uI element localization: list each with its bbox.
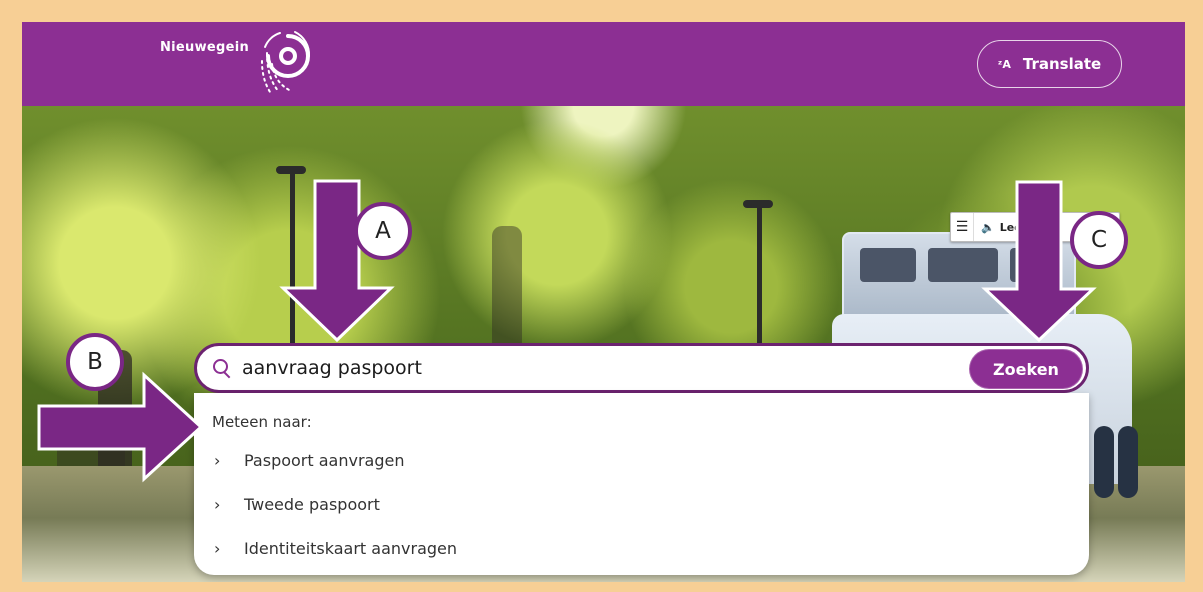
translate-button[interactable]: ᶻA Translate [977,40,1122,88]
website-screen: Nieuwegein ᶻA Translate ☰ 🔈 aanvraag pas… [22,22,1185,582]
annotation-badge-c: C [1070,211,1128,269]
search-icon [211,357,234,380]
arrow-b-icon [37,371,204,483]
site-header: Nieuwegein ᶻA Translate [22,22,1185,106]
search-suggestions-dropdown: Meteen naar: › Paspoort aanvragen › Twee… [194,393,1089,575]
search-bar[interactable]: aanvraag paspoort Zoeken [194,343,1089,393]
chevron-right-icon: › [214,450,221,470]
logo-icon [261,31,311,93]
suggestion-label: Tweede paspoort [244,494,380,514]
search-input[interactable]: aanvraag paspoort [242,357,1086,379]
menu-icon[interactable]: ☰ [951,213,974,241]
translate-icon: ᶻA [997,57,1011,71]
suggestion-item[interactable]: › Paspoort aanvragen [214,446,814,474]
annotation-badge-a: A [354,202,412,260]
chevron-right-icon: › [214,494,221,514]
search-button[interactable]: Zoeken [969,349,1083,389]
screenshot-frame: Nieuwegein ᶻA Translate ☰ 🔈 aanvraag pas… [0,0,1203,592]
translate-label: Translate [1022,55,1102,73]
suggestion-item[interactable]: › Tweede paspoort [214,490,814,518]
suggestion-label: Identiteitskaart aanvragen [244,538,458,558]
brand-name: Nieuwegein [160,40,250,55]
annotation-badge-b: B [66,333,124,391]
dropdown-title: Meteen naar: [212,413,312,431]
suggestion-item[interactable]: › Identiteitskaart aanvragen [214,534,814,562]
chevron-right-icon: › [214,538,221,558]
suggestion-label: Paspoort aanvragen [244,450,405,470]
